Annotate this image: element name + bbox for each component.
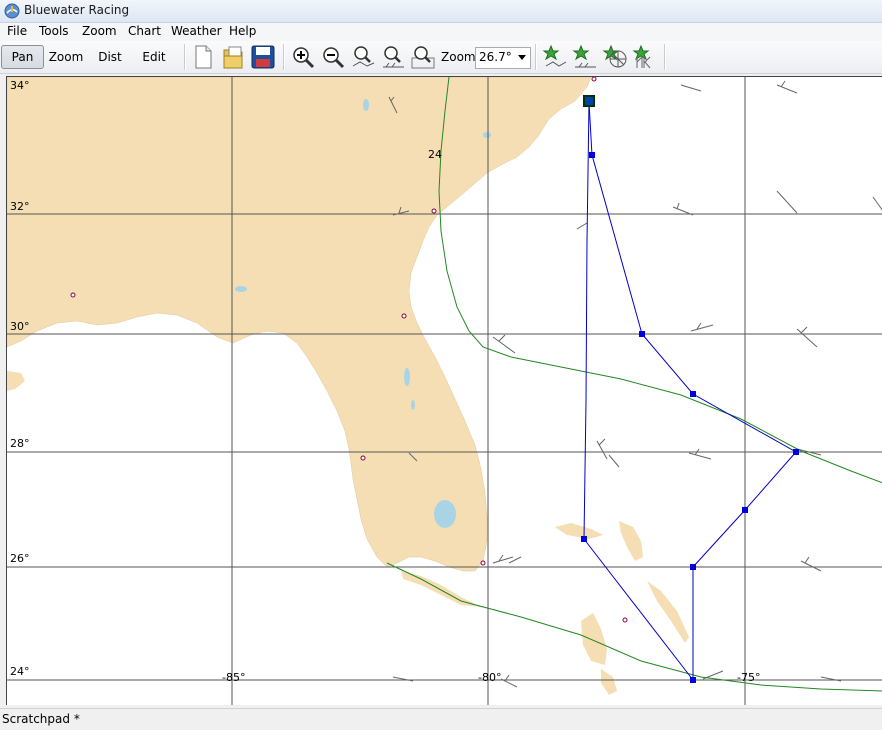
zoom-level-select[interactable]: 26.7° [475,47,531,69]
lake-george [404,368,410,386]
star-k-icon[interactable] [632,44,658,70]
lat-label-28: 28° [10,437,30,450]
app-logo-icon [4,3,20,19]
land-bahamas-exuma [601,669,617,695]
lake-lanier [363,99,369,111]
zoom-route-icon[interactable] [350,44,376,70]
open-file-icon[interactable] [220,44,246,70]
window-title: Bluewater Racing [24,3,130,17]
lat-label-30: 30° [10,320,30,333]
edit-button[interactable]: Edit [138,45,170,69]
save-icon[interactable] [250,44,276,70]
land-louisiana-edge [7,371,25,391]
title-bar: Bluewater Racing [0,0,882,23]
zoom-wind-icon[interactable] [380,44,406,70]
lat-label-26: 26° [10,552,30,565]
lat-label-24: 24° [10,665,30,678]
zoom-out-icon[interactable] [320,44,346,70]
chart-map[interactable]: 24 34° 32° 30° 28° 26° 24° -85° -80° -75… [6,76,882,705]
waypoint[interactable] [793,449,799,455]
lon-label-75: -75° [737,671,760,684]
menu-help[interactable]: Help [227,24,258,38]
waypoint[interactable] [639,331,645,337]
menu-chart[interactable]: Chart [126,24,163,38]
route-line-west[interactable] [583,101,694,681]
toolbar-separator [535,44,537,70]
lake-small [411,400,415,410]
zoom-label: Zoom [441,50,476,64]
waypoint[interactable] [690,564,696,570]
land-bahamas-grand [555,523,603,539]
land-keys-tail [401,571,481,607]
status-bar: Scratchpad * [0,708,882,730]
zoom-fit-icon[interactable] [410,44,436,70]
lat-label-32: 32° [10,200,30,213]
zoom-level-value: 26.7° [479,50,512,64]
waypoint[interactable] [742,507,748,513]
menu-tools[interactable]: Tools [37,24,71,38]
toolbar: Pan Zoom Dist Edit Zoom 26.7° [0,41,882,74]
isochrone-line-south [386,562,882,692]
chart-canvas: 24 34° 32° 30° 28° 26° 24° -85° -80° -75… [7,77,882,705]
waypoint[interactable] [581,536,587,542]
toolbar-separator [184,44,186,70]
land-bahamas-eleuthera [647,581,689,643]
waypoint[interactable] [589,152,595,158]
new-file-icon[interactable] [190,44,216,70]
lon-label-80: -80° [478,671,501,684]
menu-weather[interactable]: Weather [169,24,224,38]
lake-okeechobee [434,500,456,528]
water-apalachicola [235,286,247,292]
status-text: Scratchpad * [2,712,80,726]
isochrone-label: 24 [428,148,442,161]
lon-label-85: -85° [222,671,245,684]
land-bahamas-andros [581,613,607,665]
waypoint[interactable] [690,391,696,397]
lat-label-34: 34° [10,79,30,92]
menu-bar: File Tools Zoom Chart Weather Help [0,23,882,41]
lake-marion [483,132,491,138]
pan-button[interactable]: Pan [1,45,44,69]
zoom-button[interactable]: Zoom [47,45,85,69]
star-route-icon[interactable] [542,44,568,70]
toolbar-separator [283,44,285,70]
land-southeast-us [7,77,592,572]
toolbar-separator [664,44,666,70]
menu-file[interactable]: File [5,24,29,38]
waypoint[interactable] [690,677,696,683]
chevron-down-icon [518,55,526,60]
route-start-marker[interactable] [583,95,595,107]
star-polar-icon[interactable] [602,44,628,70]
menu-zoom[interactable]: Zoom [80,24,119,38]
land-bahamas-abaco [619,521,643,561]
zoom-in-icon[interactable] [290,44,316,70]
star-wind-icon[interactable] [572,44,598,70]
dist-button[interactable]: Dist [94,45,126,69]
